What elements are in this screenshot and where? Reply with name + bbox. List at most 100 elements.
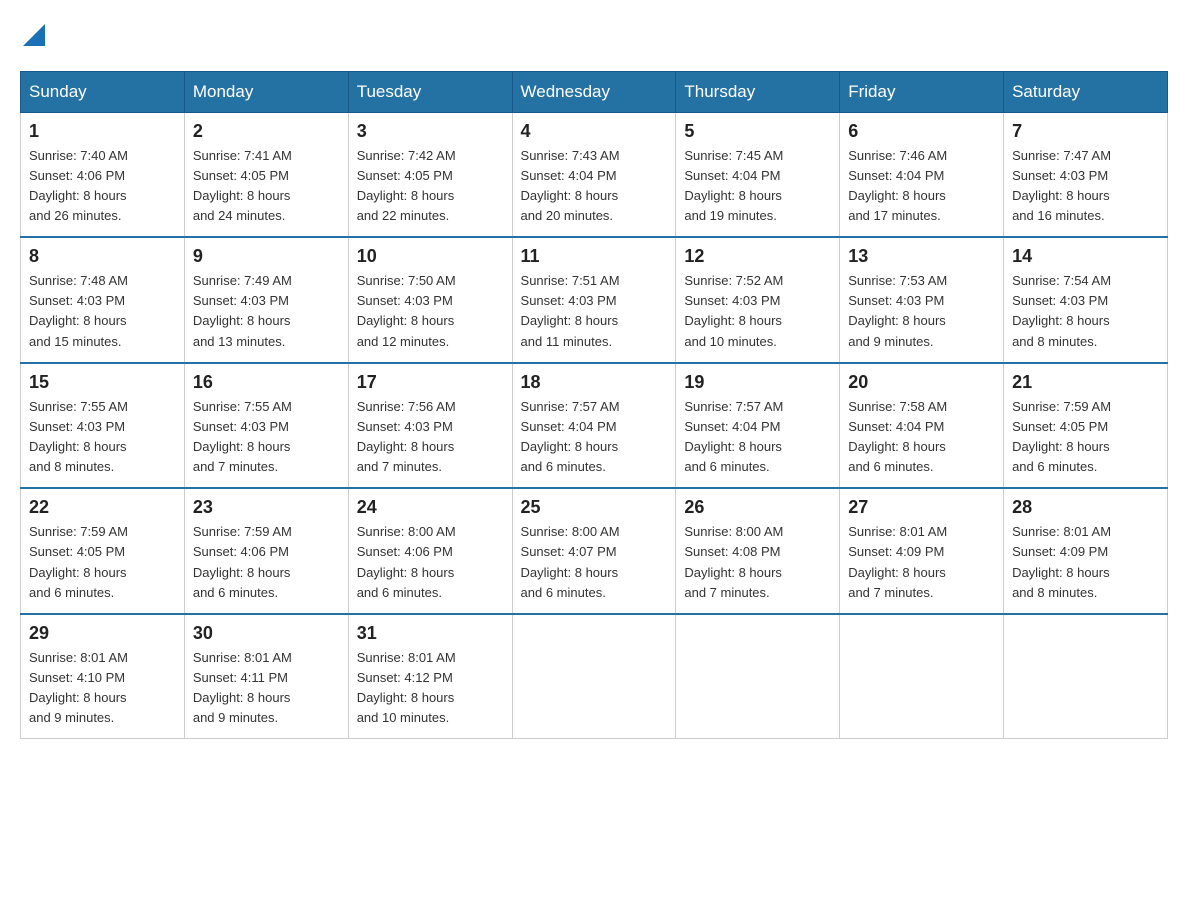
day-number: 13: [848, 246, 995, 267]
day-info: Sunrise: 8:01 AM Sunset: 4:09 PM Dayligh…: [848, 522, 995, 603]
day-header-saturday: Saturday: [1004, 71, 1168, 112]
day-info: Sunrise: 7:59 AM Sunset: 4:06 PM Dayligh…: [193, 522, 340, 603]
day-info: Sunrise: 7:56 AM Sunset: 4:03 PM Dayligh…: [357, 397, 504, 478]
calendar-cell: 11 Sunrise: 7:51 AM Sunset: 4:03 PM Dayl…: [512, 237, 676, 363]
calendar-cell: 5 Sunrise: 7:45 AM Sunset: 4:04 PM Dayli…: [676, 112, 840, 237]
day-number: 6: [848, 121, 995, 142]
calendar-cell: [840, 614, 1004, 739]
day-number: 23: [193, 497, 340, 518]
calendar-cell: 16 Sunrise: 7:55 AM Sunset: 4:03 PM Dayl…: [184, 363, 348, 489]
day-number: 28: [1012, 497, 1159, 518]
calendar-cell: 27 Sunrise: 8:01 AM Sunset: 4:09 PM Dayl…: [840, 488, 1004, 614]
day-number: 5: [684, 121, 831, 142]
page-header: [20, 20, 1168, 51]
calendar-cell: 15 Sunrise: 7:55 AM Sunset: 4:03 PM Dayl…: [21, 363, 185, 489]
calendar-cell: 22 Sunrise: 7:59 AM Sunset: 4:05 PM Dayl…: [21, 488, 185, 614]
calendar-cell: 12 Sunrise: 7:52 AM Sunset: 4:03 PM Dayl…: [676, 237, 840, 363]
day-info: Sunrise: 7:59 AM Sunset: 4:05 PM Dayligh…: [1012, 397, 1159, 478]
calendar-week-row: 8 Sunrise: 7:48 AM Sunset: 4:03 PM Dayli…: [21, 237, 1168, 363]
day-info: Sunrise: 7:55 AM Sunset: 4:03 PM Dayligh…: [29, 397, 176, 478]
day-info: Sunrise: 7:45 AM Sunset: 4:04 PM Dayligh…: [684, 146, 831, 227]
calendar-cell: 14 Sunrise: 7:54 AM Sunset: 4:03 PM Dayl…: [1004, 237, 1168, 363]
day-number: 1: [29, 121, 176, 142]
day-info: Sunrise: 7:59 AM Sunset: 4:05 PM Dayligh…: [29, 522, 176, 603]
day-info: Sunrise: 7:53 AM Sunset: 4:03 PM Dayligh…: [848, 271, 995, 352]
day-number: 12: [684, 246, 831, 267]
calendar-cell: 4 Sunrise: 7:43 AM Sunset: 4:04 PM Dayli…: [512, 112, 676, 237]
calendar-cell: 31 Sunrise: 8:01 AM Sunset: 4:12 PM Dayl…: [348, 614, 512, 739]
calendar-cell: 21 Sunrise: 7:59 AM Sunset: 4:05 PM Dayl…: [1004, 363, 1168, 489]
day-number: 14: [1012, 246, 1159, 267]
day-number: 4: [521, 121, 668, 142]
day-info: Sunrise: 7:49 AM Sunset: 4:03 PM Dayligh…: [193, 271, 340, 352]
calendar-cell: 23 Sunrise: 7:59 AM Sunset: 4:06 PM Dayl…: [184, 488, 348, 614]
day-number: 24: [357, 497, 504, 518]
day-info: Sunrise: 7:58 AM Sunset: 4:04 PM Dayligh…: [848, 397, 995, 478]
calendar-cell: 2 Sunrise: 7:41 AM Sunset: 4:05 PM Dayli…: [184, 112, 348, 237]
logo-triangle-icon: [23, 24, 45, 46]
day-number: 16: [193, 372, 340, 393]
day-header-thursday: Thursday: [676, 71, 840, 112]
day-header-monday: Monday: [184, 71, 348, 112]
calendar-week-row: 1 Sunrise: 7:40 AM Sunset: 4:06 PM Dayli…: [21, 112, 1168, 237]
calendar-week-row: 22 Sunrise: 7:59 AM Sunset: 4:05 PM Dayl…: [21, 488, 1168, 614]
calendar-cell: 26 Sunrise: 8:00 AM Sunset: 4:08 PM Dayl…: [676, 488, 840, 614]
calendar-cell: 24 Sunrise: 8:00 AM Sunset: 4:06 PM Dayl…: [348, 488, 512, 614]
day-number: 22: [29, 497, 176, 518]
logo: [20, 20, 45, 51]
day-header-sunday: Sunday: [21, 71, 185, 112]
day-header-friday: Friday: [840, 71, 1004, 112]
day-number: 8: [29, 246, 176, 267]
day-info: Sunrise: 8:01 AM Sunset: 4:11 PM Dayligh…: [193, 648, 340, 729]
calendar-cell: 30 Sunrise: 8:01 AM Sunset: 4:11 PM Dayl…: [184, 614, 348, 739]
day-number: 19: [684, 372, 831, 393]
calendar-cell: 28 Sunrise: 8:01 AM Sunset: 4:09 PM Dayl…: [1004, 488, 1168, 614]
day-info: Sunrise: 7:50 AM Sunset: 4:03 PM Dayligh…: [357, 271, 504, 352]
day-header-tuesday: Tuesday: [348, 71, 512, 112]
day-number: 31: [357, 623, 504, 644]
calendar-cell: [1004, 614, 1168, 739]
day-number: 11: [521, 246, 668, 267]
day-number: 26: [684, 497, 831, 518]
calendar-cell: 3 Sunrise: 7:42 AM Sunset: 4:05 PM Dayli…: [348, 112, 512, 237]
calendar-week-row: 15 Sunrise: 7:55 AM Sunset: 4:03 PM Dayl…: [21, 363, 1168, 489]
day-number: 2: [193, 121, 340, 142]
calendar-cell: 9 Sunrise: 7:49 AM Sunset: 4:03 PM Dayli…: [184, 237, 348, 363]
day-number: 7: [1012, 121, 1159, 142]
day-info: Sunrise: 7:51 AM Sunset: 4:03 PM Dayligh…: [521, 271, 668, 352]
day-info: Sunrise: 7:43 AM Sunset: 4:04 PM Dayligh…: [521, 146, 668, 227]
calendar-cell: 1 Sunrise: 7:40 AM Sunset: 4:06 PM Dayli…: [21, 112, 185, 237]
calendar-cell: 19 Sunrise: 7:57 AM Sunset: 4:04 PM Dayl…: [676, 363, 840, 489]
day-info: Sunrise: 7:48 AM Sunset: 4:03 PM Dayligh…: [29, 271, 176, 352]
day-number: 3: [357, 121, 504, 142]
day-number: 17: [357, 372, 504, 393]
day-number: 15: [29, 372, 176, 393]
day-info: Sunrise: 7:54 AM Sunset: 4:03 PM Dayligh…: [1012, 271, 1159, 352]
day-info: Sunrise: 8:00 AM Sunset: 4:06 PM Dayligh…: [357, 522, 504, 603]
calendar-cell: [676, 614, 840, 739]
calendar-cell: 17 Sunrise: 7:56 AM Sunset: 4:03 PM Dayl…: [348, 363, 512, 489]
calendar-cell: 20 Sunrise: 7:58 AM Sunset: 4:04 PM Dayl…: [840, 363, 1004, 489]
day-number: 9: [193, 246, 340, 267]
day-info: Sunrise: 7:40 AM Sunset: 4:06 PM Dayligh…: [29, 146, 176, 227]
day-info: Sunrise: 8:00 AM Sunset: 4:07 PM Dayligh…: [521, 522, 668, 603]
calendar-cell: 8 Sunrise: 7:48 AM Sunset: 4:03 PM Dayli…: [21, 237, 185, 363]
day-info: Sunrise: 7:41 AM Sunset: 4:05 PM Dayligh…: [193, 146, 340, 227]
day-info: Sunrise: 8:01 AM Sunset: 4:10 PM Dayligh…: [29, 648, 176, 729]
day-number: 25: [521, 497, 668, 518]
day-number: 18: [521, 372, 668, 393]
day-info: Sunrise: 7:46 AM Sunset: 4:04 PM Dayligh…: [848, 146, 995, 227]
day-info: Sunrise: 8:01 AM Sunset: 4:12 PM Dayligh…: [357, 648, 504, 729]
calendar-cell: 6 Sunrise: 7:46 AM Sunset: 4:04 PM Dayli…: [840, 112, 1004, 237]
day-number: 10: [357, 246, 504, 267]
day-number: 29: [29, 623, 176, 644]
calendar-header-row: SundayMondayTuesdayWednesdayThursdayFrid…: [21, 71, 1168, 112]
day-number: 27: [848, 497, 995, 518]
day-number: 20: [848, 372, 995, 393]
calendar-cell: 7 Sunrise: 7:47 AM Sunset: 4:03 PM Dayli…: [1004, 112, 1168, 237]
calendar-cell: [512, 614, 676, 739]
day-header-wednesday: Wednesday: [512, 71, 676, 112]
day-info: Sunrise: 7:47 AM Sunset: 4:03 PM Dayligh…: [1012, 146, 1159, 227]
calendar-cell: 13 Sunrise: 7:53 AM Sunset: 4:03 PM Dayl…: [840, 237, 1004, 363]
day-info: Sunrise: 7:42 AM Sunset: 4:05 PM Dayligh…: [357, 146, 504, 227]
